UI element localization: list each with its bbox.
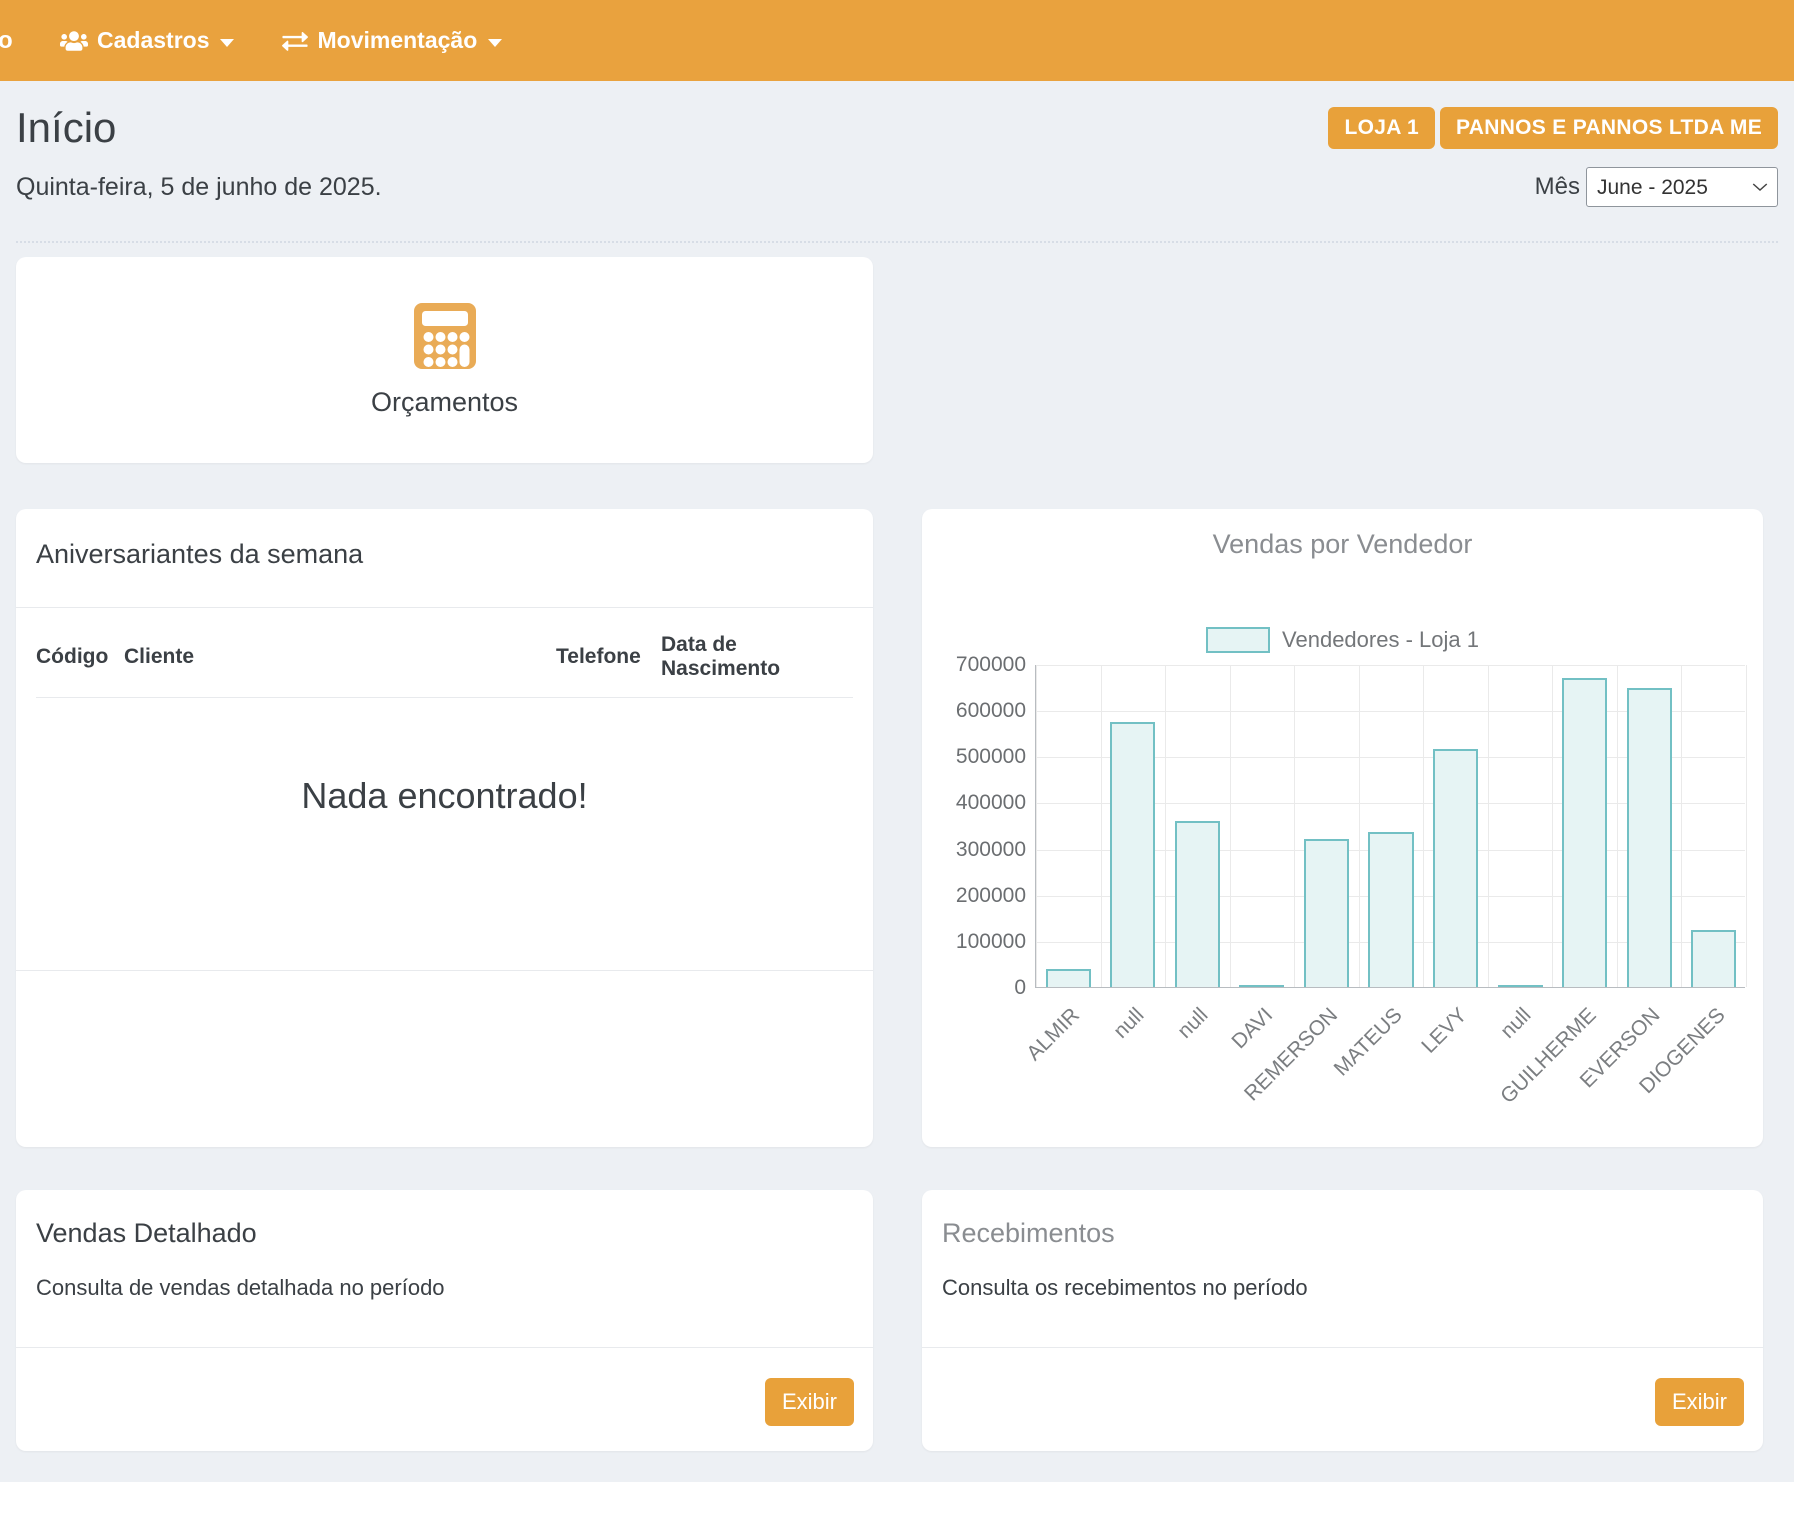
orcamentos-label: Orçamentos <box>371 387 518 418</box>
gridline <box>1359 665 1360 987</box>
x-axis-tick-label: DAVI <box>1228 1004 1279 1055</box>
store-button[interactable]: LOJA 1 <box>1328 107 1435 149</box>
gridline <box>1681 665 1682 987</box>
recebimentos-exibir-button[interactable]: Exibir <box>1655 1378 1744 1426</box>
gridline <box>1423 665 1424 987</box>
x-axis-tick-label: null <box>1173 1004 1213 1044</box>
nav-item-movimentacao[interactable]: Movimentação <box>282 27 502 54</box>
legend-swatch <box>1206 627 1270 653</box>
y-axis-tick-label: 100000 <box>956 930 1026 954</box>
bar-REMERSON[interactable] <box>1304 839 1349 987</box>
recebimentos-card: Recebimentos Consulta os recebimentos no… <box>922 1190 1763 1451</box>
company-button[interactable]: PANNOS E PANNOS LTDA ME <box>1440 107 1778 149</box>
nav-item-label: Cadastros <box>97 27 209 54</box>
y-axis-tick-label: 0 <box>1014 976 1026 1000</box>
empty-message: Nada encontrado! <box>16 775 873 817</box>
caret-down-icon <box>488 39 502 47</box>
divider <box>16 1347 873 1348</box>
bar-DIOGENES[interactable] <box>1691 930 1736 987</box>
bar-null[interactable] <box>1175 821 1220 987</box>
sales-chart-card: Vendas por Vendedor Vendedores - Loja 1 … <box>922 509 1763 1147</box>
x-axis-tick-label: ALMIR <box>1022 1004 1084 1066</box>
exchange-arrows-icon <box>282 30 308 52</box>
vendas-detalhado-title: Vendas Detalhado <box>16 1190 873 1249</box>
y-axis-tick-label: 300000 <box>956 838 1026 862</box>
x-axis-tick-label: null <box>1496 1004 1536 1044</box>
gridline <box>1617 665 1618 987</box>
recebimentos-title: Recebimentos <box>922 1190 1763 1249</box>
vendas-exibir-button[interactable]: Exibir <box>765 1378 854 1426</box>
bar-null[interactable] <box>1498 985 1543 987</box>
gridline <box>1230 665 1231 987</box>
page-footer-strip <box>0 1482 1794 1514</box>
orcamentos-shortcut-card[interactable]: Orçamentos <box>16 257 873 463</box>
gridline <box>1552 665 1553 987</box>
legend-label: Vendedores - Loja 1 <box>1282 627 1479 653</box>
chart-title: Vendas por Vendedor <box>922 529 1763 560</box>
y-axis-tick-label: 400000 <box>956 791 1026 815</box>
calculator-icon <box>413 302 477 375</box>
sales-chart-plot: 0100000200000300000400000500000600000700… <box>1035 665 1745 988</box>
gridline <box>1488 665 1489 987</box>
column-header-telefone: Telefone <box>556 619 661 698</box>
divider <box>16 970 873 971</box>
month-label: Mês <box>1535 173 1580 201</box>
month-select[interactable]: June - 2025 <box>1586 167 1778 207</box>
bar-LEVY[interactable] <box>1433 749 1478 987</box>
recebimentos-description: Consulta os recebimentos no período <box>922 1249 1763 1301</box>
vendas-detalhado-description: Consulta de vendas detalhada no período <box>16 1249 873 1301</box>
x-axis-tick-label: null <box>1109 1004 1149 1044</box>
page-title: Início <box>16 104 116 152</box>
dotted-separator <box>16 207 1778 243</box>
bar-null[interactable] <box>1110 722 1155 987</box>
gridline <box>1101 665 1102 987</box>
y-axis-tick-label: 200000 <box>956 884 1026 908</box>
bar-DAVI[interactable] <box>1239 985 1284 987</box>
current-date-text: Quinta-feira, 5 de junho de 2025. <box>16 173 382 202</box>
brand-partial-text[interactable]: o <box>0 27 12 55</box>
x-axis-tick-label: MATEUS <box>1329 1004 1407 1082</box>
nav-item-cadastros[interactable]: Cadastros <box>60 27 234 54</box>
y-axis-tick-label: 600000 <box>956 699 1026 723</box>
column-header-cliente: Cliente <box>124 619 556 698</box>
birthdays-panel: Aniversariantes da semana Código Cliente… <box>16 509 873 1147</box>
nav-item-label: Movimentação <box>317 27 477 54</box>
gridline <box>1165 665 1166 987</box>
divider <box>922 1347 1763 1348</box>
gridline <box>1294 665 1295 987</box>
chart-legend[interactable]: Vendedores - Loja 1 <box>922 627 1763 653</box>
y-axis-tick-label: 700000 <box>956 653 1026 677</box>
column-header-codigo: Código <box>36 619 124 698</box>
column-header-nascimento: Data de Nascimento <box>661 619 853 698</box>
birthdays-title: Aniversariantes da semana <box>16 509 873 570</box>
bar-MATEUS[interactable] <box>1368 832 1413 987</box>
bar-ALMIR[interactable] <box>1046 969 1091 987</box>
gridline <box>1746 665 1747 987</box>
divider <box>16 607 873 608</box>
caret-down-icon <box>220 39 234 47</box>
vendas-detalhado-card: Vendas Detalhado Consulta de vendas deta… <box>16 1190 873 1451</box>
x-axis-tick-label: LEVY <box>1417 1004 1472 1059</box>
bar-GUILHERME[interactable] <box>1562 678 1607 987</box>
gridline <box>1036 665 1745 666</box>
y-axis-tick-label: 500000 <box>956 745 1026 769</box>
bar-EVERSON[interactable] <box>1627 688 1672 987</box>
birthdays-table: Código Cliente Telefone Data de Nascimen… <box>36 619 853 698</box>
gridline <box>1036 665 1037 987</box>
users-icon <box>60 29 88 53</box>
top-navbar: o Cadastros Movimentação <box>0 0 1794 81</box>
